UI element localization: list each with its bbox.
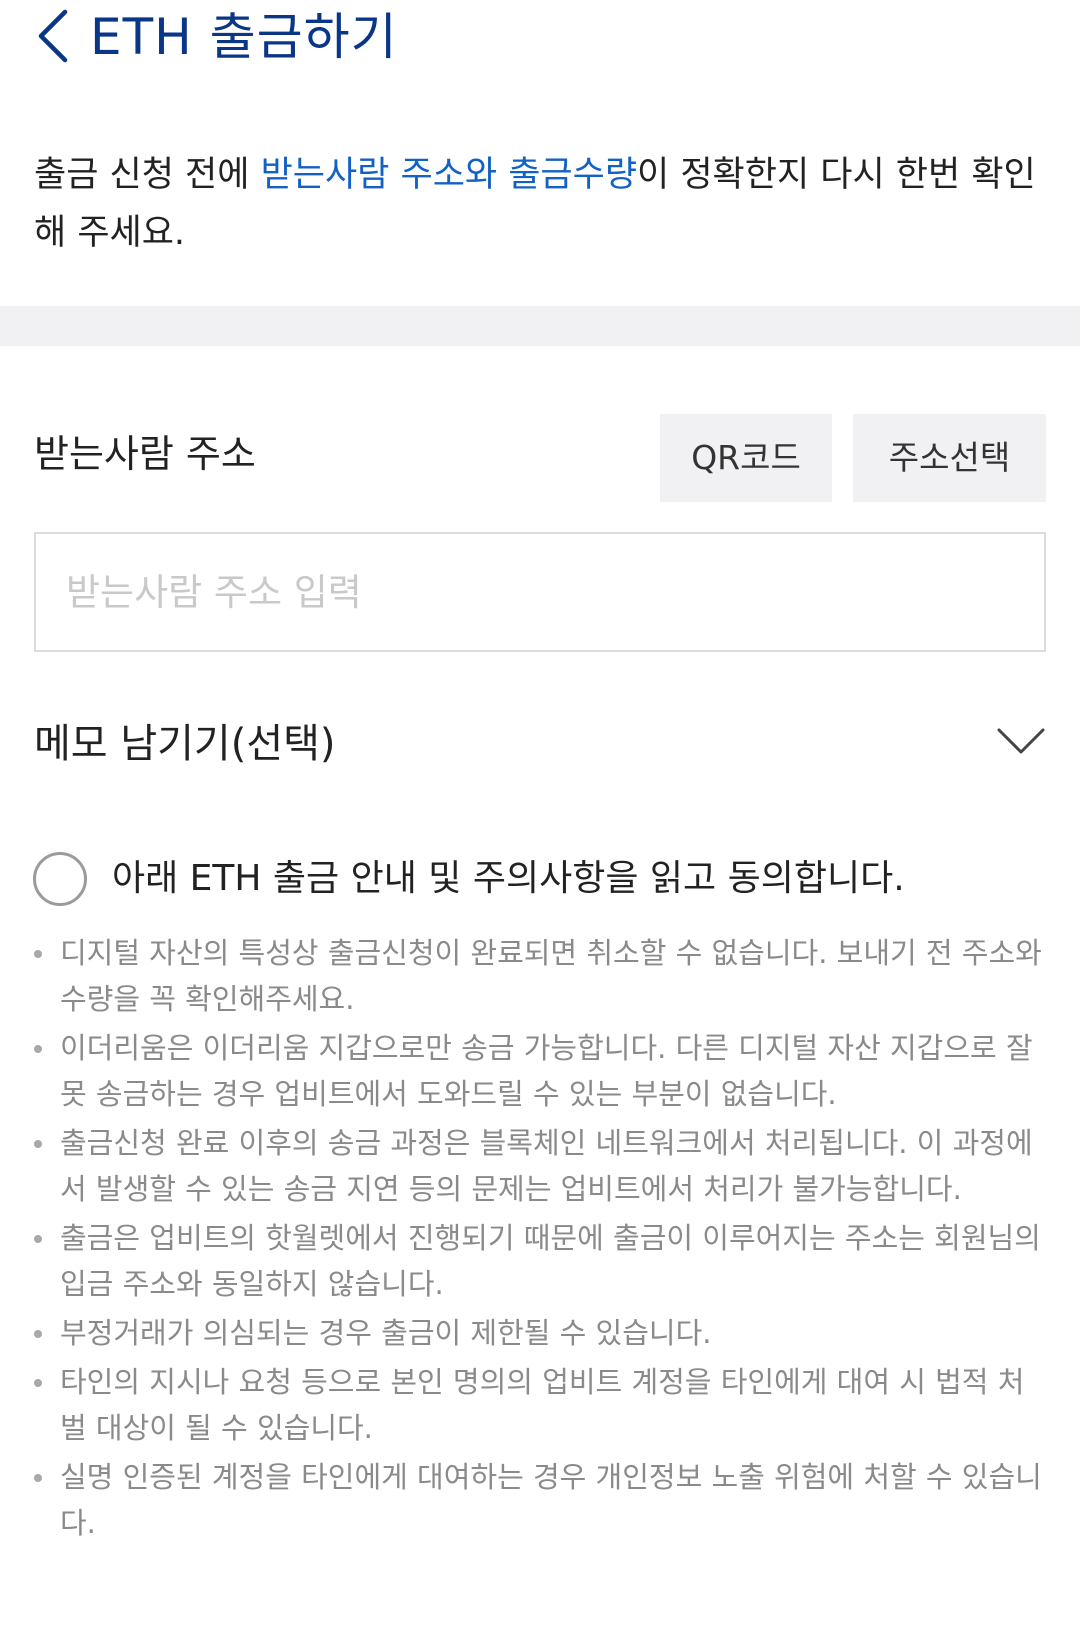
list-item: 출금신청 완료 이후의 송금 과정은 블록체인 네트워크에서 처리됩니다. 이 …	[34, 1120, 1044, 1212]
list-item: 부정거래가 의심되는 경우 출금이 제한될 수 있습니다.	[34, 1310, 1044, 1356]
notice-highlight: 받는사람 주소와 출금수량	[260, 155, 638, 195]
address-select-button[interactable]: 주소선택	[853, 414, 1046, 502]
back-button[interactable]	[26, 4, 78, 68]
memo-toggle[interactable]: 메모 남기기(선택)	[0, 700, 1080, 790]
page-title: ETH 출금하기	[90, 8, 398, 66]
memo-label: 메모 남기기(선택)	[34, 721, 336, 767]
address-input[interactable]	[34, 532, 1046, 652]
notice-text: 출금 신청 전에 받는사람 주소와 출금수량이 정확한지 다시 한번 확인해 주…	[34, 146, 1044, 262]
list-item: 출금은 업비트의 핫월렛에서 진행되기 때문에 출금이 이루어지는 주소는 회원…	[34, 1215, 1044, 1307]
chevron-left-icon	[38, 9, 68, 63]
agreement-radio[interactable]	[33, 852, 87, 906]
header: ETH 출금하기	[0, 0, 1080, 80]
qr-code-button[interactable]: QR코드	[660, 414, 832, 502]
list-item: 이더리움은 이더리움 지갑으로만 송금 가능합니다. 다른 디지털 자산 지갑으…	[34, 1025, 1044, 1117]
list-item: 실명 인증된 계정을 타인에게 대여하는 경우 개인정보 노출 위험에 처할 수…	[34, 1454, 1044, 1546]
notes-list: 디지털 자산의 특성상 출금신청이 완료되면 취소할 수 없습니다. 보내기 전…	[34, 930, 1044, 1549]
agreement-checkbox-row[interactable]: 아래 ETH 출금 안내 및 주의사항을 읽고 동의합니다.	[0, 844, 1080, 914]
address-label: 받는사람 주소	[34, 432, 256, 476]
list-item: 디지털 자산의 특성상 출금신청이 완료되면 취소할 수 없습니다. 보내기 전…	[34, 930, 1044, 1022]
chevron-down-icon	[997, 728, 1045, 754]
notice-prefix: 출금 신청 전에	[34, 155, 261, 195]
section-divider	[0, 306, 1080, 346]
agreement-label: 아래 ETH 출금 안내 및 주의사항을 읽고 동의합니다.	[112, 858, 905, 899]
list-item: 타인의 지시나 요청 등으로 본인 명의의 업비트 계정을 타인에게 대여 시 …	[34, 1359, 1044, 1451]
